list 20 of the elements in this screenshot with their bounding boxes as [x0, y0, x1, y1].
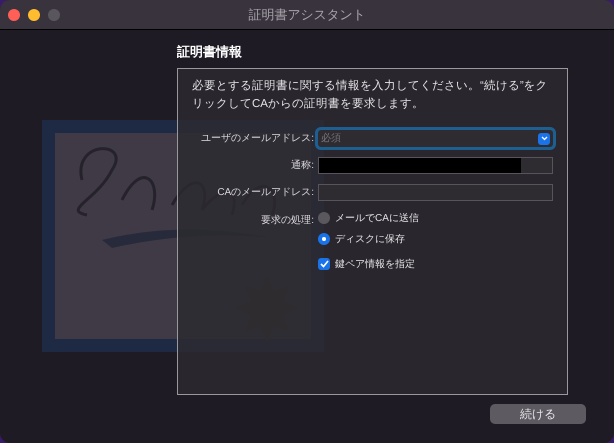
field-label: 通称:	[290, 158, 315, 173]
close-button[interactable]	[8, 9, 20, 21]
section-title: 証明書情報	[177, 43, 243, 61]
email-input[interactable]: 必須	[318, 131, 553, 146]
checkmark-icon	[320, 260, 328, 268]
text-field[interactable]	[318, 184, 553, 201]
radio-option[interactable]: メールでCAに送信	[318, 210, 419, 226]
text-field[interactable]	[318, 157, 553, 174]
chevron-down-icon	[540, 136, 548, 141]
field-label: ユーザのメールアドレス:	[200, 132, 315, 146]
window-title: 証明書アシスタント	[248, 6, 366, 24]
field-label: CAのメールアドレス:	[216, 186, 315, 200]
field-label: 要求の処理:	[260, 214, 315, 228]
minimize-button[interactable]	[28, 9, 40, 21]
intro-text: 必要とする証明書に関する情報を入力してください。“続ける”をクリックしてCAからの証明書を要求します。	[192, 78, 549, 112]
keypair-checkbox[interactable]: 鍵ペア情報を指定	[318, 256, 419, 272]
continue-button[interactable]: 続ける	[490, 404, 586, 424]
dropdown-button[interactable]	[538, 132, 550, 144]
zoom-button[interactable]	[48, 9, 60, 21]
radio-option[interactable]: ディスクに保存	[318, 232, 419, 246]
